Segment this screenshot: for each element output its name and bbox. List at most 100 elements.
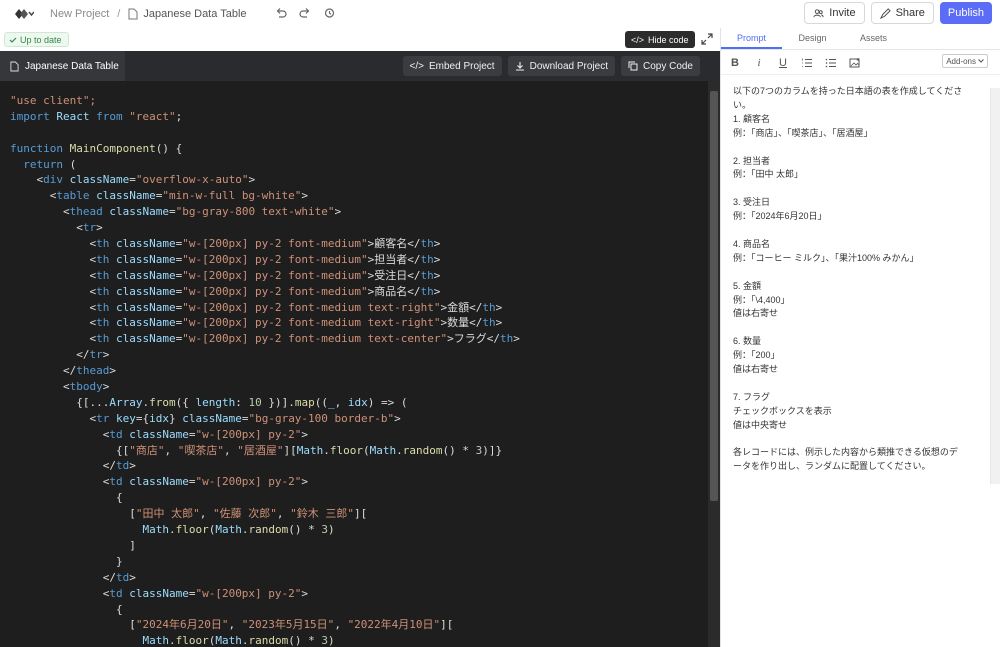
prompt-line: 各レコードには、例示した内容から類推できる仮想のデ	[733, 447, 958, 458]
italic-icon[interactable]: i	[753, 57, 765, 69]
addons-select[interactable]: Add-ons	[942, 54, 988, 68]
code-token: random	[248, 523, 289, 537]
code-line: {	[10, 490, 520, 506]
code-token: <	[10, 221, 83, 235]
code-token: >	[102, 348, 110, 362]
copy-code-button[interactable]: Copy Code	[620, 56, 700, 76]
history-icon[interactable]	[322, 6, 336, 20]
code-token: th	[482, 300, 496, 314]
code-line: </thead>	[10, 363, 520, 379]
prompt-line: 以下の7つのカラムを持った日本語の表を作成してくださ	[733, 86, 963, 96]
code-scrollbar[interactable]	[708, 81, 720, 647]
code-token: >担当者</	[367, 252, 421, 266]
code-token: ,	[276, 507, 291, 521]
code-token: Math	[215, 634, 242, 647]
code-token: <	[10, 284, 97, 298]
code-token: ][	[283, 443, 297, 457]
code-token: </	[10, 459, 116, 473]
breadcrumb-project[interactable]: New Project	[50, 8, 109, 20]
prompt-scrollbar[interactable]	[990, 88, 1000, 484]
invite-label: Invite	[829, 7, 856, 19]
publish-button[interactable]: Publish	[939, 2, 992, 24]
code-token: [	[10, 507, 136, 521]
code-token: Math	[142, 634, 169, 647]
code-line: <thead className="bg-gray-800 text-white…	[10, 204, 520, 220]
code-token: th	[96, 252, 116, 266]
prompt-line: 例：「商店」、「喫茶店」、「居酒屋」	[733, 127, 873, 138]
code-line: Math.floor(Math.random() * 3)	[10, 633, 520, 647]
underline-icon[interactable]: U	[777, 57, 789, 69]
top-actions: Invite Share Publish	[804, 2, 992, 24]
code-token: >	[495, 316, 503, 330]
download-project-button[interactable]: Download Project	[507, 56, 615, 76]
code-token: >	[513, 332, 520, 346]
code-token: className	[115, 284, 176, 298]
expand-icon[interactable]	[700, 32, 714, 46]
file-tab[interactable]: Japanese Data Table	[0, 51, 125, 81]
code-token: ,	[164, 443, 178, 457]
prompt-editor[interactable]: 以下の7つのカラムを持った日本語の表を作成してくださ い。 1. 顧客名 例：「商店」…	[733, 85, 979, 474]
code-token: {	[10, 602, 123, 616]
code-token: th	[96, 237, 116, 251]
tab-design[interactable]: Design	[782, 28, 843, 49]
share-button[interactable]: Share	[870, 2, 934, 24]
breadcrumb-current[interactable]: Japanese Data Table	[143, 8, 246, 20]
code-line: </td>	[10, 570, 520, 586]
code-line: {	[10, 602, 520, 618]
embed-project-button[interactable]: </> Embed Project	[402, 56, 502, 76]
numbered-list-icon[interactable]	[801, 57, 813, 69]
code-line: <td className="w-[200px] py-2">	[10, 427, 520, 443]
code-token: "bg-gray-800 text-white"	[175, 205, 335, 219]
download-label: Download Project	[529, 60, 608, 72]
copy-label: Copy Code	[642, 60, 693, 72]
code-token: key	[115, 411, 136, 425]
code-token: th	[420, 268, 434, 282]
code-token: td	[109, 475, 130, 489]
code-line: function MainComponent() {	[10, 141, 520, 157]
code-line: <th className="w-[200px] py-2 font-mediu…	[10, 284, 520, 300]
code-token: Math	[215, 523, 242, 537]
tab-assets[interactable]: Assets	[843, 28, 904, 49]
tab-prompt[interactable]: Prompt	[721, 28, 782, 49]
code-token: className	[115, 268, 176, 282]
up-to-date-label: Up to date	[20, 34, 62, 45]
code-token: 10	[248, 395, 262, 409]
undo-icon[interactable]	[274, 6, 288, 20]
code-token: >	[109, 364, 116, 378]
code-token: ,	[228, 618, 242, 632]
code-token: >顧客名</	[367, 237, 421, 251]
code-token: >フラグ</	[447, 332, 500, 346]
redo-icon[interactable]	[298, 6, 312, 20]
bold-icon[interactable]: B	[729, 57, 741, 69]
code-token: thead	[76, 364, 110, 378]
code-token: Math	[142, 523, 169, 537]
document-icon	[128, 8, 138, 20]
image-icon[interactable]	[849, 57, 861, 69]
code-token: floor	[175, 523, 209, 537]
prompt-line	[733, 377, 979, 391]
prompt-line	[733, 266, 979, 280]
prompt-line: 1. 顧客名	[733, 113, 771, 124]
code-token: ]	[10, 538, 136, 552]
hide-code-button[interactable]: </> Hide code	[625, 31, 695, 48]
code-line: ["2024年6月20日", "2023年5月15日", "2022年4月10日…	[10, 617, 520, 633]
code-token: function	[10, 141, 70, 155]
panel-tabs: Prompt Design Assets	[721, 28, 1000, 50]
code-token: td	[109, 586, 130, 600]
code-token: floor	[329, 443, 363, 457]
code-line: "use client";	[10, 93, 520, 109]
code-scroll-thumb[interactable]	[710, 91, 718, 501]
code-line: <th className="w-[200px] py-2 font-mediu…	[10, 300, 520, 316]
invite-button[interactable]: Invite	[804, 2, 865, 24]
code-token: >	[433, 284, 441, 298]
code-token: className	[96, 189, 156, 203]
code-token: }	[168, 411, 183, 425]
code-token: >受注日</	[367, 268, 421, 282]
code-editor[interactable]: "use client"; import React from "react"; f…	[10, 93, 520, 647]
app-logo-menu[interactable]	[14, 8, 40, 20]
code-token: <	[10, 316, 97, 330]
bullet-list-icon[interactable]	[825, 57, 837, 69]
code-token: import	[10, 109, 57, 123]
code-line: {["商店", "喫茶店", "居酒屋"][Math.floor(Math.ra…	[10, 443, 520, 459]
